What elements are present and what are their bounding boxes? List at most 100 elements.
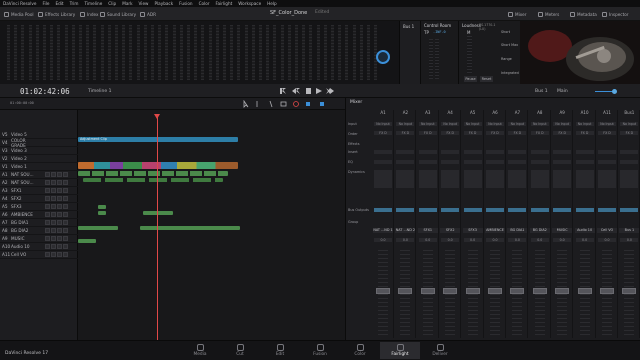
eq-slot[interactable]: [530, 160, 549, 164]
bus-output-assign[interactable]: [374, 208, 392, 212]
mute-button[interactable]: [57, 228, 62, 233]
order-selector[interactable]: FX D: [553, 131, 572, 135]
music-clip-2[interactable]: [140, 226, 240, 230]
insert-slot[interactable]: [553, 150, 572, 154]
solo-button[interactable]: [51, 236, 56, 241]
playhead[interactable]: [157, 114, 158, 340]
flag-icon[interactable]: [306, 102, 310, 106]
lock-button[interactable]: [63, 228, 68, 233]
metadata-button[interactable]: Metadata: [570, 10, 597, 18]
bus-output-assign[interactable]: [530, 208, 549, 212]
order-selector[interactable]: FX D: [530, 131, 549, 135]
order-selector[interactable]: FX D: [486, 131, 504, 135]
order-selector[interactable]: FX D: [396, 131, 415, 135]
page-tab-media[interactable]: Media: [180, 344, 220, 357]
page-tab-cut[interactable]: Cut: [220, 344, 260, 357]
fader-knob[interactable]: [555, 288, 570, 294]
strip-name[interactable]: Cell VO: [597, 228, 617, 233]
dynamics-graph[interactable]: [598, 170, 616, 188]
track-name[interactable]: COLOR GRADE: [11, 138, 41, 148]
record-arm-button[interactable]: [45, 252, 50, 257]
inspector-button[interactable]: Inspector: [602, 10, 629, 18]
dynamics-graph[interactable]: [396, 170, 415, 188]
bus-output-assign[interactable]: [486, 208, 504, 212]
solo-button[interactable]: [51, 196, 56, 201]
insert-slot[interactable]: [463, 150, 482, 154]
menu-fusion[interactable]: Fusion: [179, 1, 192, 6]
input-selector[interactable]: No Input: [508, 122, 527, 126]
track-header-a5[interactable]: A5 SFX3: [0, 203, 78, 211]
track-name[interactable]: BG DIA2: [11, 228, 41, 233]
eq-slot[interactable]: [374, 160, 392, 164]
track-header-a9[interactable]: A9 MUSIC: [0, 235, 78, 243]
dynamics-graph[interactable]: [463, 170, 482, 188]
strip-name[interactable]: NAT ...ND 1: [373, 228, 393, 233]
meters-button[interactable]: Meters: [538, 10, 559, 18]
link-icon[interactable]: [293, 101, 299, 107]
track-name[interactable]: Video 3: [11, 148, 41, 153]
record-arm-button[interactable]: [45, 212, 50, 217]
bus-output-assign[interactable]: [508, 208, 527, 212]
page-tab-deliver[interactable]: Deliver: [420, 344, 460, 357]
eq-slot[interactable]: [486, 160, 504, 164]
mute-button[interactable]: [57, 252, 62, 257]
insert-slot[interactable]: [486, 150, 504, 154]
menu-timeline[interactable]: Timeline: [84, 1, 102, 6]
track-name[interactable]: SFX3: [11, 204, 41, 209]
record-arm-button[interactable]: [45, 236, 50, 241]
insert-slot[interactable]: [530, 150, 549, 154]
menu-file[interactable]: File: [42, 1, 49, 6]
record-arm-button[interactable]: [45, 188, 50, 193]
track-name[interactable]: Video 5: [11, 132, 41, 137]
input-selector[interactable]: No Input: [620, 122, 639, 126]
track-name[interactable]: NAT SOU...: [11, 172, 41, 177]
lock-button[interactable]: [63, 188, 68, 193]
dynamics-graph[interactable]: [418, 170, 437, 188]
track-name[interactable]: Cell VO: [11, 252, 41, 257]
dynamics-graph[interactable]: [374, 170, 392, 188]
track-header-a4[interactable]: A4 SFX2: [0, 195, 78, 203]
order-selector[interactable]: FX D: [508, 131, 527, 135]
input-selector[interactable]: No Input: [396, 122, 415, 126]
fader-knob[interactable]: [532, 288, 547, 294]
effects-library-button[interactable]: Effects Library: [38, 10, 75, 18]
strip-name[interactable]: MUSIC: [552, 228, 573, 233]
record-arm-button[interactable]: [45, 220, 50, 225]
video-1-clips[interactable]: [78, 162, 238, 169]
bus-output-assign[interactable]: [463, 208, 482, 212]
menu-edit[interactable]: Edit: [55, 1, 63, 6]
fader-knob[interactable]: [376, 288, 390, 294]
fader-knob[interactable]: [600, 288, 614, 294]
eq-slot[interactable]: [553, 160, 572, 164]
nat-sound-1-clips[interactable]: [78, 171, 228, 176]
fader-knob[interactable]: [465, 288, 480, 294]
bus-output-assign[interactable]: [598, 208, 616, 212]
input-selector[interactable]: No Input: [530, 122, 549, 126]
insert-slot[interactable]: [598, 150, 616, 154]
video-viewer[interactable]: [520, 21, 640, 84]
track-name[interactable]: SFX1: [11, 188, 41, 193]
track-name[interactable]: Audio 10: [11, 244, 41, 249]
menu-color[interactable]: Color: [199, 1, 210, 6]
track-header-v3[interactable]: V3 Video 3: [0, 147, 78, 155]
strip-name[interactable]: BG DIA1: [507, 228, 528, 233]
track-header-a7[interactable]: A7 BG DIA1: [0, 219, 78, 227]
blade-icon[interactable]: [269, 100, 273, 108]
track-header-a2[interactable]: A2 NAT SOU...: [0, 179, 78, 187]
dynamics-graph[interactable]: [575, 170, 594, 188]
adr-button[interactable]: ADR: [140, 10, 156, 18]
insert-slot[interactable]: [575, 150, 594, 154]
dynamics-graph[interactable]: [486, 170, 504, 188]
volume-knob-icon[interactable]: [612, 89, 617, 94]
output-target-selector[interactable]: Main: [557, 89, 568, 94]
record-arm-button[interactable]: [45, 172, 50, 177]
marker-icon[interactable]: [320, 102, 324, 106]
solo-button[interactable]: [51, 188, 56, 193]
fader-knob[interactable]: [420, 288, 435, 294]
fader-knob[interactable]: [577, 288, 592, 294]
record-arm-button[interactable]: [45, 180, 50, 185]
dynamics-graph[interactable]: [508, 170, 527, 188]
bus-output-assign[interactable]: [418, 208, 437, 212]
fader-knob[interactable]: [510, 288, 525, 294]
lock-button[interactable]: [63, 220, 68, 225]
